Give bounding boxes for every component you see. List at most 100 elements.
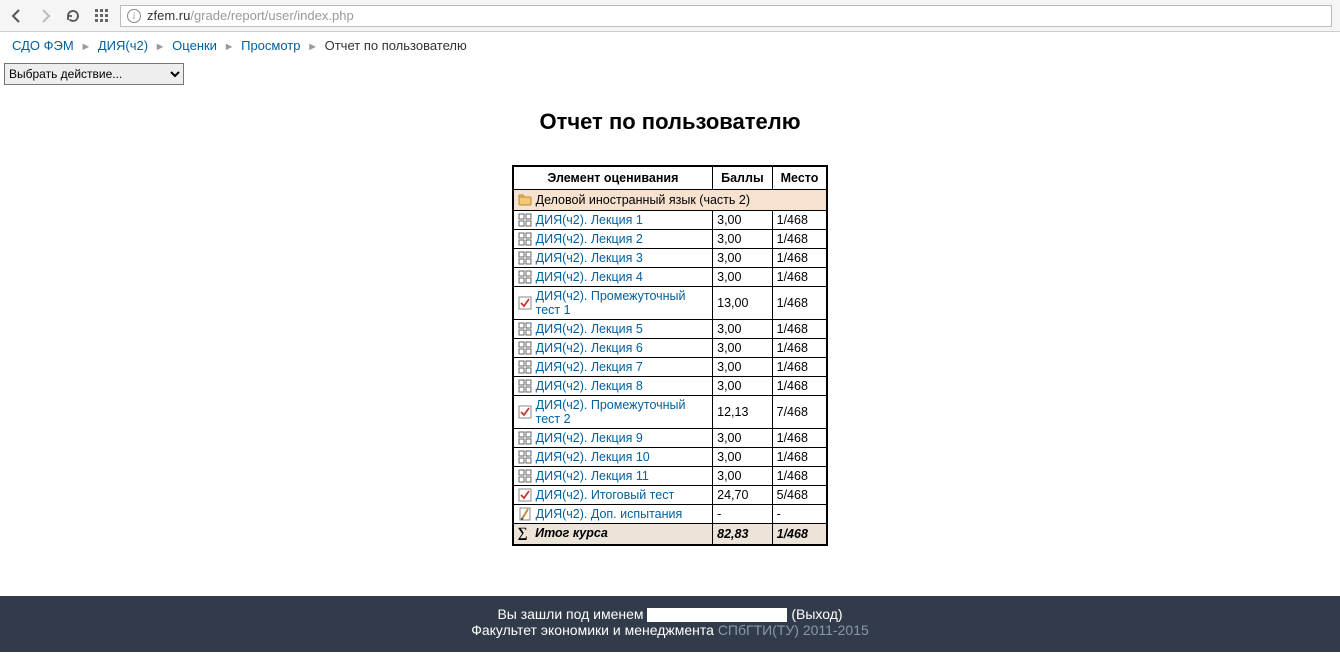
grade-score: 3,00 (713, 249, 773, 268)
grade-rank: 1/468 (772, 339, 827, 358)
grade-score: - (713, 505, 773, 524)
grade-score: 3,00 (713, 448, 773, 467)
breadcrumb-link-grades[interactable]: Оценки (172, 38, 217, 53)
page-footer: Вы зашли под именем (Выход) Факультет эк… (0, 596, 1340, 652)
total-row: ∑ Итог курса 82,83 1/468 (513, 524, 828, 546)
grade-score: 3,00 (713, 339, 773, 358)
logout-link[interactable]: (Выход) (791, 606, 842, 622)
grade-rank: 7/468 (772, 396, 827, 429)
breadcrumb-sep-icon: ► (224, 41, 235, 53)
lesson-icon (518, 469, 532, 483)
back-button[interactable] (8, 7, 26, 25)
grade-rank: 1/468 (772, 230, 827, 249)
lesson-icon (518, 450, 532, 464)
breadcrumb-sep-icon: ► (307, 41, 318, 53)
grade-item-link[interactable]: ДИЯ(ч2). Лекция 6 (536, 341, 643, 355)
lesson-icon (518, 360, 532, 374)
lesson-icon (518, 213, 532, 227)
grade-item-link[interactable]: ДИЯ(ч2). Лекция 11 (536, 469, 649, 483)
grade-item-link[interactable]: ДИЯ(ч2). Промежуточный тест 1 (536, 289, 709, 317)
grade-rank: 1/468 (772, 320, 827, 339)
site-info-icon[interactable]: i (127, 9, 141, 23)
grade-rank: 1/468 (772, 377, 827, 396)
lesson-icon (518, 232, 532, 246)
grade-item-link[interactable]: ДИЯ(ч2). Лекция 2 (536, 232, 643, 246)
table-row: ДИЯ(ч2). Итоговый тест 24,705/468 (513, 486, 828, 505)
grade-item-link[interactable]: ДИЯ(ч2). Лекция 9 (536, 431, 643, 445)
grade-rank: 1/468 (772, 287, 827, 320)
grade-rank: 1/468 (772, 429, 827, 448)
table-row: ДИЯ(ч2). Лекция 113,001/468 (513, 467, 828, 486)
grades-table: Элемент оценивания Баллы Место Деловой и… (512, 165, 829, 546)
assignment-icon (518, 507, 532, 521)
grade-score: 13,00 (713, 287, 773, 320)
grade-rank: 1/468 (772, 268, 827, 287)
grade-score: 12,13 (713, 396, 773, 429)
lesson-icon (518, 379, 532, 393)
course-label: Деловой иностранный язык (часть 2) (536, 193, 750, 207)
header-item: Элемент оценивания (513, 166, 713, 190)
breadcrumb-link-course[interactable]: ДИЯ(ч2) (98, 38, 148, 53)
quiz-icon (518, 405, 532, 419)
url-host: zfem.ru (147, 8, 190, 23)
reload-button[interactable] (64, 7, 82, 25)
grade-item-link[interactable]: ДИЯ(ч2). Промежуточный тест 2 (536, 398, 709, 426)
grade-rank: 1/468 (772, 211, 827, 230)
table-row: ДИЯ(ч2). Лекция 10 3,001/468 (513, 448, 828, 467)
grade-item-link[interactable]: ДИЯ(ч2). Лекция 1 (536, 213, 643, 227)
breadcrumb-link-home[interactable]: СДО ФЭМ (12, 38, 74, 53)
table-row: ДИЯ(ч2). Лекция 73,001/468 (513, 358, 828, 377)
total-score: 82,83 (713, 524, 773, 546)
grade-item-link[interactable]: ДИЯ(ч2). Лекция 8 (536, 379, 643, 393)
course-row: Деловой иностранный язык (часть 2) (513, 190, 828, 211)
header-rank: Место (772, 166, 827, 190)
apps-button[interactable] (92, 7, 110, 25)
table-row: ДИЯ(ч2). Доп. испытания -- (513, 505, 828, 524)
action-select[interactable]: Выбрать действие... (4, 63, 184, 85)
table-row: ДИЯ(ч2). Лекция 5 3,001/468 (513, 320, 828, 339)
grade-rank: 1/468 (772, 467, 827, 486)
breadcrumb-link-view[interactable]: Просмотр (241, 38, 300, 53)
grade-rank: 1/468 (772, 358, 827, 377)
table-row: ДИЯ(ч2). Лекция 23,001/468 (513, 230, 828, 249)
grade-item-link[interactable]: ДИЯ(ч2). Лекция 5 (536, 322, 643, 336)
breadcrumb: СДО ФЭМ ► ДИЯ(ч2) ► Оценки ► Просмотр ► … (0, 32, 1340, 59)
total-rank: 1/468 (772, 524, 827, 546)
grade-score: 3,00 (713, 268, 773, 287)
table-row: ДИЯ(ч2). Лекция 8 3,001/468 (513, 377, 828, 396)
lesson-icon (518, 431, 532, 445)
org-link[interactable]: СПбГТИ(ТУ) 2011-2015 (718, 622, 869, 638)
lesson-icon (518, 341, 532, 355)
breadcrumb-sep-icon: ► (155, 41, 166, 53)
grade-score: 24,70 (713, 486, 773, 505)
grade-item-link[interactable]: ДИЯ(ч2). Лекция 7 (536, 360, 643, 374)
table-row: ДИЯ(ч2). Лекция 93,001/468 (513, 429, 828, 448)
quiz-icon (518, 488, 532, 502)
forward-button[interactable] (36, 7, 54, 25)
grade-rank: 5/468 (772, 486, 827, 505)
grade-rank: - (772, 505, 827, 524)
table-row: ДИЯ(ч2). Лекция 13,001/468 (513, 211, 828, 230)
grade-item-link[interactable]: ДИЯ(ч2). Лекция 4 (536, 270, 643, 284)
faculty-text: Факультет экономики и менеджмента (471, 622, 718, 638)
address-bar[interactable]: i zfem.ru/grade/report/user/index.php (120, 5, 1332, 27)
username-redacted (647, 608, 787, 622)
folder-icon (518, 193, 532, 207)
grade-item-link[interactable]: ДИЯ(ч2). Лекция 3 (536, 251, 643, 265)
lesson-icon (518, 270, 532, 284)
grade-score: 3,00 (713, 320, 773, 339)
table-row: ДИЯ(ч2). Лекция 33,001/468 (513, 249, 828, 268)
page-title: Отчет по пользователю (0, 109, 1340, 135)
grade-item-link[interactable]: ДИЯ(ч2). Лекция 10 (536, 450, 650, 464)
total-label: Итог курса (535, 526, 608, 540)
quiz-icon (518, 296, 532, 310)
grade-item-link[interactable]: ДИЯ(ч2). Итоговый тест (536, 488, 675, 502)
grade-score: 3,00 (713, 377, 773, 396)
breadcrumb-current: Отчет по пользователю (325, 38, 467, 53)
table-row: ДИЯ(ч2). Промежуточный тест 212,137/468 (513, 396, 828, 429)
table-row: ДИЯ(ч2). Лекция 6 3,001/468 (513, 339, 828, 358)
breadcrumb-sep-icon: ► (80, 41, 91, 53)
grade-rank: 1/468 (772, 448, 827, 467)
grade-item-link[interactable]: ДИЯ(ч2). Доп. испытания (536, 507, 683, 521)
table-row: ДИЯ(ч2). Лекция 4 3,001/468 (513, 268, 828, 287)
